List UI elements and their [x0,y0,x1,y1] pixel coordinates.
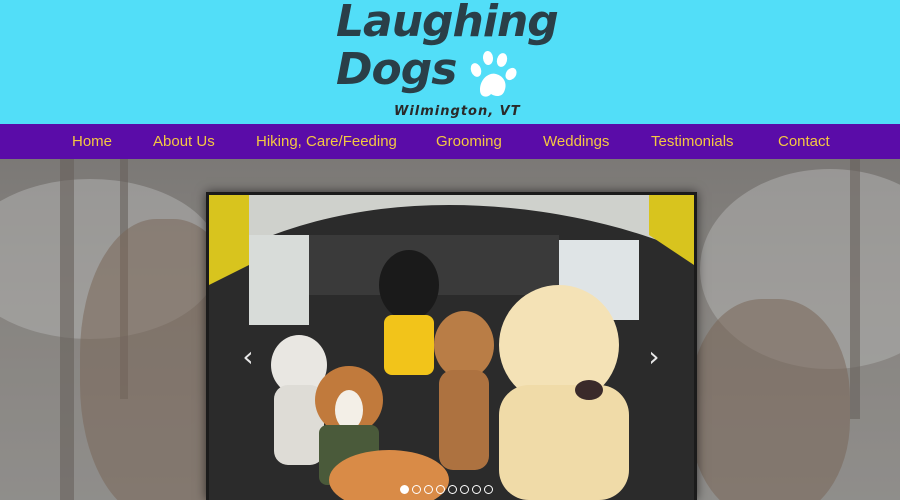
logo-text-line1: Laughing [336,0,559,47]
slide-dot[interactable] [424,485,433,494]
slide-dot[interactable] [472,485,481,494]
nav-item-testimonials[interactable]: Testimonials [651,124,734,159]
slide-dot[interactable] [400,485,409,494]
nav-item-about-us[interactable]: About Us [153,124,215,159]
slide-dot[interactable] [436,485,445,494]
chevron-right-icon[interactable]: › [644,342,664,372]
paw-print-icon [470,51,517,97]
slide-dot[interactable] [460,485,469,494]
slide-indicators [400,479,496,494]
slide-dot[interactable] [448,485,457,494]
photo-slideshow[interactable]: ‹ › [206,192,697,500]
main-nav: Home About Us Hiking, Care/Feeding Groom… [0,124,900,159]
nav-item-grooming[interactable]: Grooming [436,124,502,159]
chevron-left-icon[interactable]: ‹ [238,342,258,372]
slide-photo [209,195,694,500]
location-text: Wilmington, VT [394,104,521,119]
nav-item-home[interactable]: Home [72,124,112,159]
nav-item-contact[interactable]: Contact [778,124,830,159]
site-header: Laughing Dogs Wilmington, VT [0,0,900,124]
nav-item-weddings[interactable]: Weddings [543,124,609,159]
slide-dot[interactable] [484,485,493,494]
dogs-in-car-photo [209,195,694,500]
nav-item-hiking-care-feeding[interactable]: Hiking, Care/Feeding [256,124,397,159]
site-logo[interactable]: Laughing Dogs Wilmington, VT [336,0,576,124]
slide-dot[interactable] [412,485,421,494]
logo-text-line2: Dogs [336,44,457,95]
